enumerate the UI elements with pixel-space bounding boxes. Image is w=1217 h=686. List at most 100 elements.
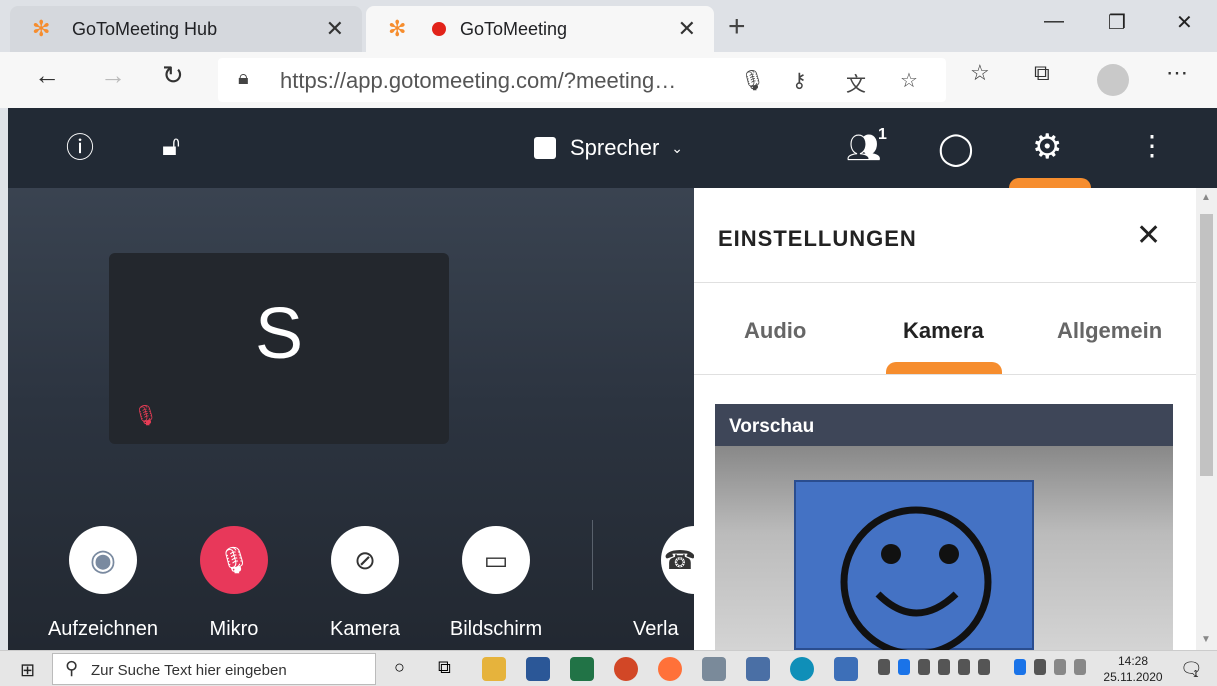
participant-tile: S 🎙︎ bbox=[109, 253, 449, 444]
file-explorer-icon[interactable] bbox=[482, 657, 506, 681]
settings-gear-icon[interactable]: ⚙ bbox=[1032, 130, 1062, 164]
forward-icon[interactable]: → bbox=[100, 60, 126, 91]
edge-icon[interactable] bbox=[790, 657, 814, 681]
url-text[interactable]: https://app.gotomeeting.com/?meeting… bbox=[280, 68, 676, 94]
tray-icon[interactable] bbox=[878, 659, 890, 675]
more-options-icon[interactable]: ⋮ bbox=[1138, 132, 1166, 160]
close-window-icon[interactable]: ✕ bbox=[1176, 10, 1193, 35]
active-tab-indicator bbox=[886, 362, 1002, 374]
browser-tab-meeting[interactable]: ✻ GoToMeeting ✕ bbox=[366, 6, 714, 52]
browser-tab-hub[interactable]: ✻ GoToMeeting Hub ✕ bbox=[10, 6, 362, 52]
smiley-image bbox=[794, 480, 1034, 650]
close-tab-icon[interactable]: ✕ bbox=[326, 16, 344, 42]
excel-icon[interactable] bbox=[570, 657, 594, 681]
leave-label: Verla bbox=[633, 618, 679, 640]
scrollbar-thumb[interactable] bbox=[1200, 214, 1213, 476]
translate-icon[interactable]: 文 bbox=[846, 68, 866, 97]
tab-allgemein[interactable]: Allgemein bbox=[1057, 318, 1162, 344]
chevron-down-icon: ⌄ bbox=[671, 139, 684, 156]
tray-icon[interactable] bbox=[978, 659, 990, 675]
favorites-icon[interactable]: ☆ bbox=[970, 60, 990, 86]
windows-start-icon[interactable]: ⊞ bbox=[20, 660, 35, 681]
meeting-app: ⓘ 🔓︎ Sprecher ⌄ 👥︎ 1 ◯ ⚙ ⋮ S 🎙︎ ◉ Aufzei… bbox=[8, 108, 1217, 650]
task-view-icon[interactable]: ⧉ bbox=[438, 657, 451, 678]
divider bbox=[694, 374, 1196, 375]
address-bar[interactable]: 🔒︎ https://app.gotomeeting.com/?meeting…… bbox=[218, 58, 946, 102]
speaker-view-icon bbox=[534, 137, 556, 159]
app-icon[interactable] bbox=[702, 657, 726, 681]
restore-icon[interactable]: ❐ bbox=[1108, 10, 1126, 35]
tab-kamera[interactable]: Kamera bbox=[903, 318, 984, 344]
taskbar-clock[interactable]: 14:28 25.11.2020 bbox=[1102, 653, 1164, 685]
app-icon[interactable] bbox=[834, 657, 858, 681]
skype-icon[interactable] bbox=[898, 659, 910, 675]
mic-label: Mikro bbox=[209, 618, 259, 640]
participants-icon[interactable]: 👥︎ bbox=[846, 134, 882, 162]
view-mode-label: Sprecher bbox=[570, 135, 660, 160]
volume-icon[interactable] bbox=[1074, 659, 1086, 675]
search-icon: ⚲ bbox=[65, 658, 79, 678]
clock-time: 14:28 bbox=[1117, 654, 1149, 668]
camera-preview: Vorschau bbox=[715, 404, 1173, 650]
tab-audio[interactable]: Audio bbox=[744, 318, 806, 344]
back-icon[interactable]: ← bbox=[34, 60, 60, 91]
profile-avatar[interactable] bbox=[1097, 64, 1129, 96]
record-icon: ◉ bbox=[89, 543, 117, 577]
screen-share-off-icon: ▭ bbox=[483, 544, 509, 575]
chat-icon[interactable]: ◯ bbox=[938, 132, 974, 164]
camera-button[interactable]: ⊘ bbox=[331, 526, 399, 594]
mic-muted-icon: 🎙︎ bbox=[217, 544, 251, 575]
word-icon[interactable] bbox=[526, 657, 550, 681]
camera-feed bbox=[715, 446, 1173, 650]
tray-icon[interactable] bbox=[958, 659, 970, 675]
divider bbox=[694, 282, 1196, 283]
more-icon[interactable]: ⋯ bbox=[1166, 60, 1188, 86]
mic-button[interactable]: 🎙︎ bbox=[200, 526, 268, 594]
minimize-icon[interactable]: — bbox=[1044, 10, 1064, 33]
tray-icon[interactable] bbox=[938, 659, 950, 675]
scrollbar[interactable]: ▲ ▼ bbox=[1196, 188, 1217, 650]
favorite-add-icon[interactable]: ☆ bbox=[900, 68, 918, 93]
battery-icon[interactable] bbox=[1034, 659, 1046, 675]
gotomeeting-favicon-icon: ✻ bbox=[388, 16, 407, 41]
gotomeeting-favicon-icon: ✻ bbox=[32, 16, 51, 41]
firefox-icon[interactable] bbox=[658, 657, 682, 681]
tab-title: GoToMeeting bbox=[460, 18, 568, 39]
clock-date: 25.11.2020 bbox=[1103, 670, 1163, 684]
meeting-toolbar: ⓘ 🔓︎ Sprecher ⌄ 👥︎ 1 ◯ ⚙ ⋮ bbox=[8, 108, 1217, 188]
close-tab-icon[interactable]: ✕ bbox=[678, 16, 696, 42]
preview-label: Vorschau bbox=[729, 416, 815, 437]
camera-label: Kamera bbox=[329, 618, 401, 640]
leave-icon: ☎ bbox=[663, 544, 697, 575]
bluetooth-icon[interactable] bbox=[1014, 659, 1026, 675]
new-tab-button[interactable]: + bbox=[728, 12, 746, 42]
wifi-icon[interactable] bbox=[1054, 659, 1066, 675]
taskbar-search[interactable]: ⚲ Zur Suche Text hier eingeben bbox=[52, 653, 376, 685]
search-placeholder: Zur Suche Text hier eingeben bbox=[91, 662, 287, 679]
screen-share-button[interactable]: ▭ bbox=[462, 526, 530, 594]
scroll-up-icon[interactable]: ▲ bbox=[1201, 192, 1211, 203]
collections-icon[interactable]: ⧉ bbox=[1034, 60, 1050, 86]
notification-count: 1 bbox=[1193, 669, 1199, 680]
camera-off-icon: ⊘ bbox=[354, 544, 376, 575]
tray-icon[interactable] bbox=[918, 659, 930, 675]
calculator-icon[interactable] bbox=[746, 657, 770, 681]
close-icon[interactable]: ✕ bbox=[1136, 218, 1161, 253]
scroll-down-icon[interactable]: ▼ bbox=[1201, 634, 1211, 645]
info-icon[interactable]: ⓘ bbox=[66, 134, 94, 162]
refresh-icon[interactable]: ↻ bbox=[162, 60, 184, 91]
screen-share-label: Bildschirm bbox=[449, 618, 543, 640]
record-label: Aufzeichnen bbox=[47, 618, 159, 640]
participant-initial: S bbox=[254, 294, 304, 374]
powerpoint-icon[interactable] bbox=[614, 657, 638, 681]
record-button[interactable]: ◉ bbox=[69, 526, 137, 594]
recording-indicator-icon bbox=[432, 22, 446, 36]
microphone-permission-icon[interactable]: 🎙︎ bbox=[740, 68, 765, 93]
view-mode-dropdown[interactable]: Sprecher ⌄ bbox=[534, 135, 683, 161]
cortana-icon[interactable]: ○ bbox=[394, 657, 405, 678]
mic-muted-icon: 🎙︎ bbox=[133, 405, 159, 427]
notification-icon[interactable]: 🗨︎ bbox=[1180, 659, 1203, 680]
windows-taskbar: ⊞ ⚲ Zur Suche Text hier eingeben ○ ⧉ 14:… bbox=[0, 650, 1217, 686]
unlock-icon[interactable]: 🔓︎ bbox=[162, 132, 180, 160]
key-icon[interactable]: ⚷ bbox=[792, 68, 807, 93]
